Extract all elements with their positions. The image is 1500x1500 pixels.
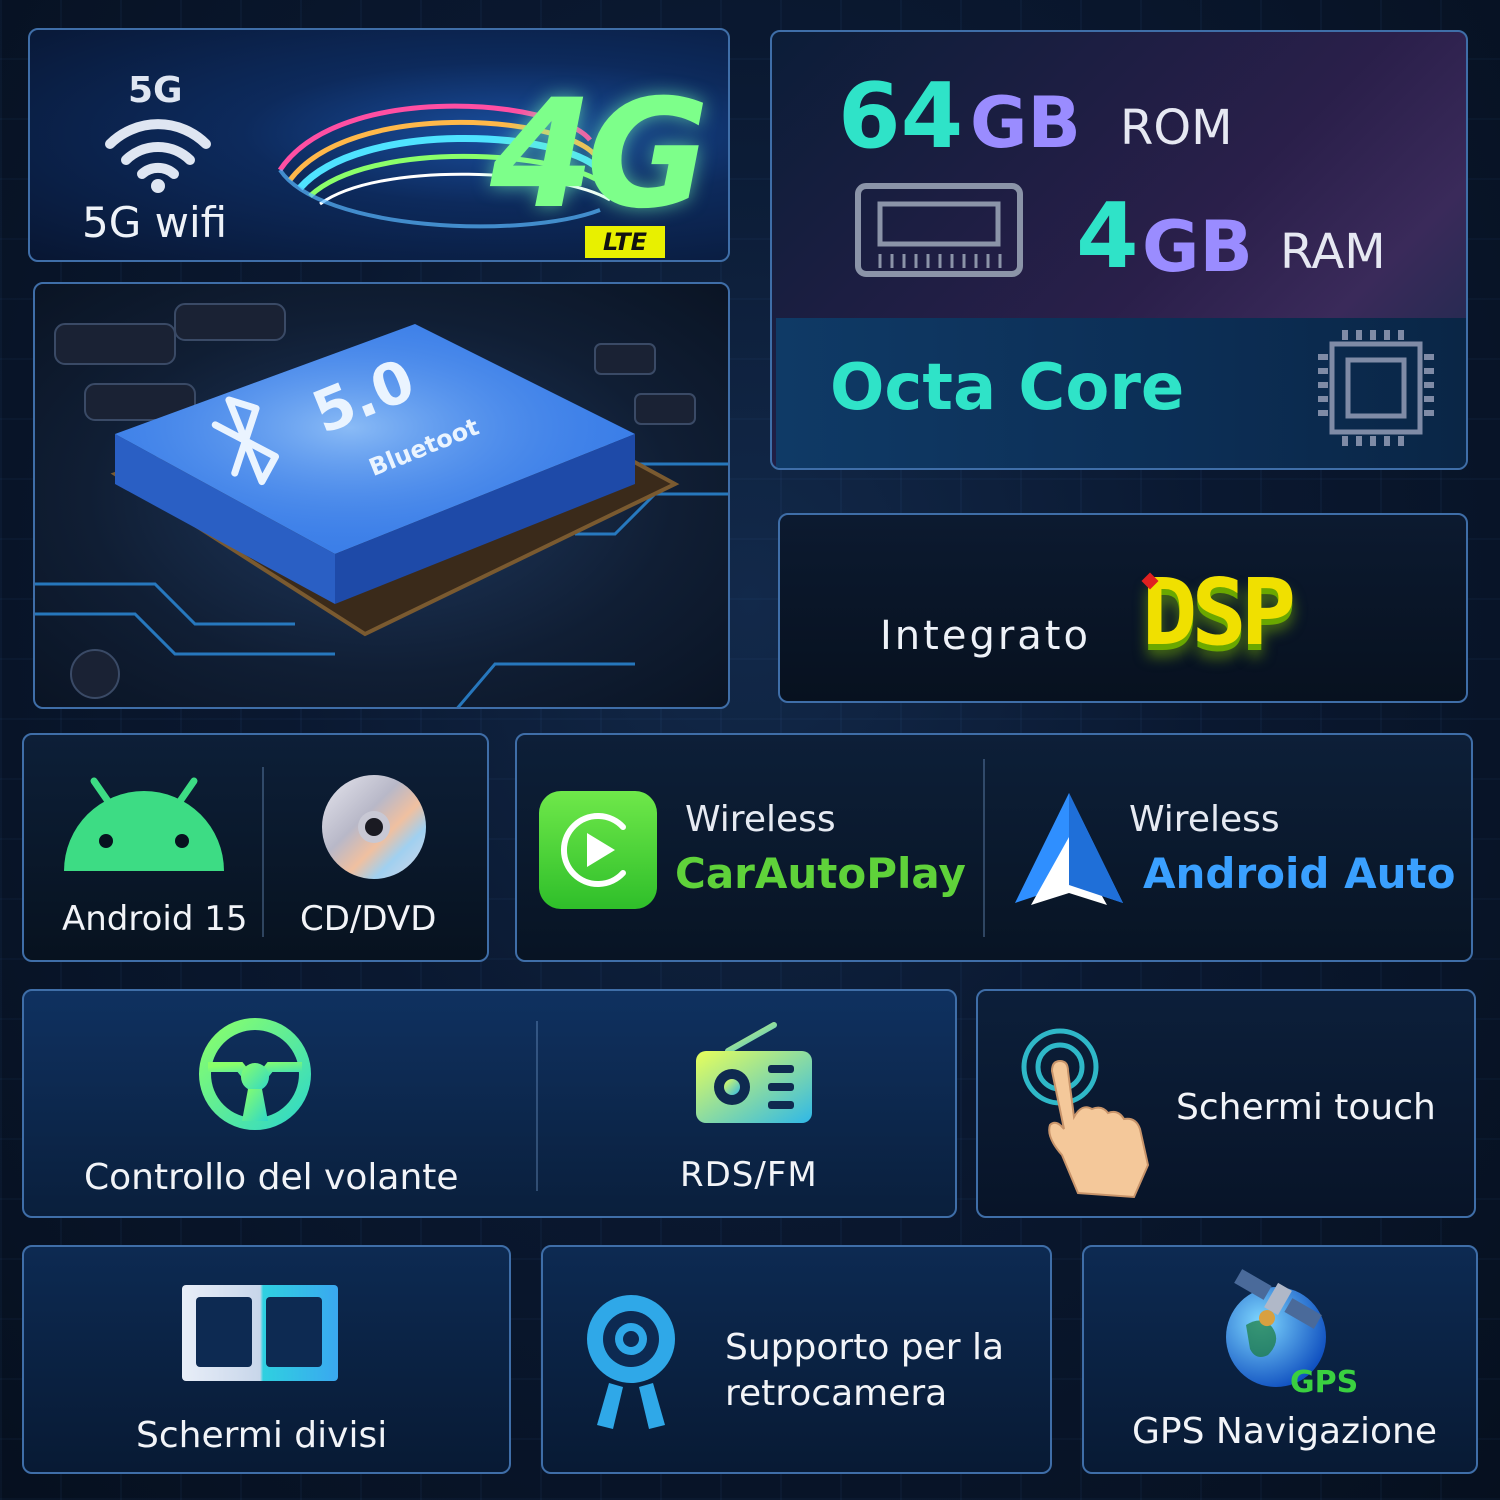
wireless-projection-card: Wireless CarAutoPlay Wireless Android Au… (515, 733, 1473, 962)
disc-icon (322, 775, 426, 879)
ram-size-unit: GB (1142, 206, 1253, 288)
carplay-top-label: Wireless (685, 799, 836, 840)
camera-icon (587, 1295, 675, 1429)
steering-wheel-label: Controllo del volante (84, 1157, 459, 1198)
divider (983, 759, 985, 937)
cpu-band: Octa Core (776, 318, 1466, 468)
camera-label-line1: Supporto per la (725, 1327, 1005, 1368)
rear-camera-card: Supporto per la retrocamera (541, 1245, 1052, 1474)
cpu-label: Octa Core (830, 351, 1185, 425)
touch-hand-icon (1021, 1028, 1150, 1199)
lte-badge: LTE (585, 226, 665, 258)
carplay-icon (539, 791, 657, 909)
android-disc-card: Android 15 CD/DVD (22, 733, 489, 962)
rom-label: ROM (1120, 100, 1233, 156)
steering-wheel-icon (199, 1018, 311, 1130)
split-screen-label: Schermi divisi (136, 1415, 388, 1456)
divider (262, 767, 264, 937)
touch-screen-card: Schermi touch (976, 989, 1476, 1218)
android-auto-name-label: Android Auto (1143, 849, 1456, 898)
wifi-4g-card: 5G 5G wifi 4G LTE (28, 28, 730, 262)
disc-label: CD/DVD (300, 899, 437, 939)
android-auto-top-label: Wireless (1129, 799, 1280, 840)
camera-label-line2: retrocamera (725, 1373, 948, 1414)
rom-size-unit: GB (970, 82, 1081, 164)
touch-label: Schermi touch (1176, 1087, 1436, 1128)
divider (536, 1021, 538, 1191)
android-auto-icon (1015, 793, 1123, 905)
circuit-board-graphic (35, 303, 728, 707)
bluetooth-chip-card: 5.0 Bluetoot (33, 282, 730, 709)
memory-cpu-card: 64 GB ROM 4 GB RAM Octa Core (770, 30, 1468, 470)
split-screen-icon (182, 1285, 338, 1381)
4g-logo: 4G (490, 68, 709, 242)
gps-badge: GPS (1290, 1365, 1359, 1400)
carplay-name-label: CarAutoPlay (675, 849, 966, 898)
steering-radio-card: Controllo del volante RDS/FM (22, 989, 957, 1218)
ram-chip-icon (855, 183, 1023, 277)
split-screen-card: Schermi divisi (22, 1245, 511, 1474)
dsp-card: Integrato DSP (778, 513, 1468, 703)
ram-size-number: 4 (1076, 184, 1139, 289)
dsp-prefix: Integrato (880, 613, 1091, 659)
radio-icon (696, 1022, 812, 1123)
5g-badge: 5G (128, 70, 183, 111)
gps-card: GPS GPS Navigazione (1082, 1245, 1478, 1474)
wifi-label: 5G wifi (82, 198, 228, 247)
radio-label: RDS/FM (680, 1155, 818, 1195)
wifi-icon (105, 119, 211, 193)
android-icon (64, 777, 224, 871)
dsp-logo: DSP (1142, 559, 1296, 666)
rom-size-number: 64 (838, 64, 964, 169)
cpu-chip-icon (1318, 330, 1434, 446)
gps-label: GPS Navigazione (1132, 1411, 1437, 1452)
android-version-label: Android 15 (62, 899, 248, 939)
ram-label: RAM (1280, 224, 1386, 280)
